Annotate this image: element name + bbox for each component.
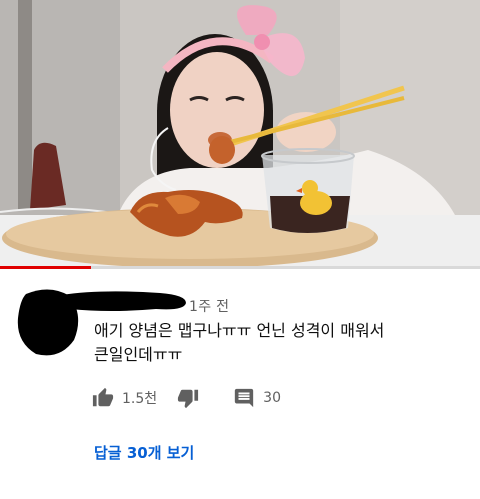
video-player[interactable] xyxy=(0,0,480,266)
comment-text: 애기 양념은 맵구나ㅠㅠ 언닌 성격이 매워서 큰일인데ㅠㅠ xyxy=(94,319,424,367)
like-count: 1.5천 xyxy=(122,391,158,407)
reply-count: 30 xyxy=(263,390,281,406)
comment-text-line: 큰일인데ㅠㅠ xyxy=(94,345,183,364)
video-frame xyxy=(0,0,480,266)
comment-reply-icon[interactable] xyxy=(233,387,255,409)
video-progress-fill xyxy=(0,266,92,269)
comment-timestamp[interactable]: 1주 전 xyxy=(189,296,229,316)
redacted-username xyxy=(61,291,186,311)
view-replies-link[interactable]: 답글 30개 보기 xyxy=(94,442,194,463)
comment-actions: 1.5천 30 xyxy=(92,386,281,410)
video-progress-bar[interactable] xyxy=(0,266,480,269)
thumbs-down-icon[interactable] xyxy=(177,387,199,409)
comment-text-line: 애기 양념은 맵구나ㅠㅠ 언닌 성격이 매워서 xyxy=(94,321,385,340)
thumbs-up-icon[interactable] xyxy=(92,387,114,409)
